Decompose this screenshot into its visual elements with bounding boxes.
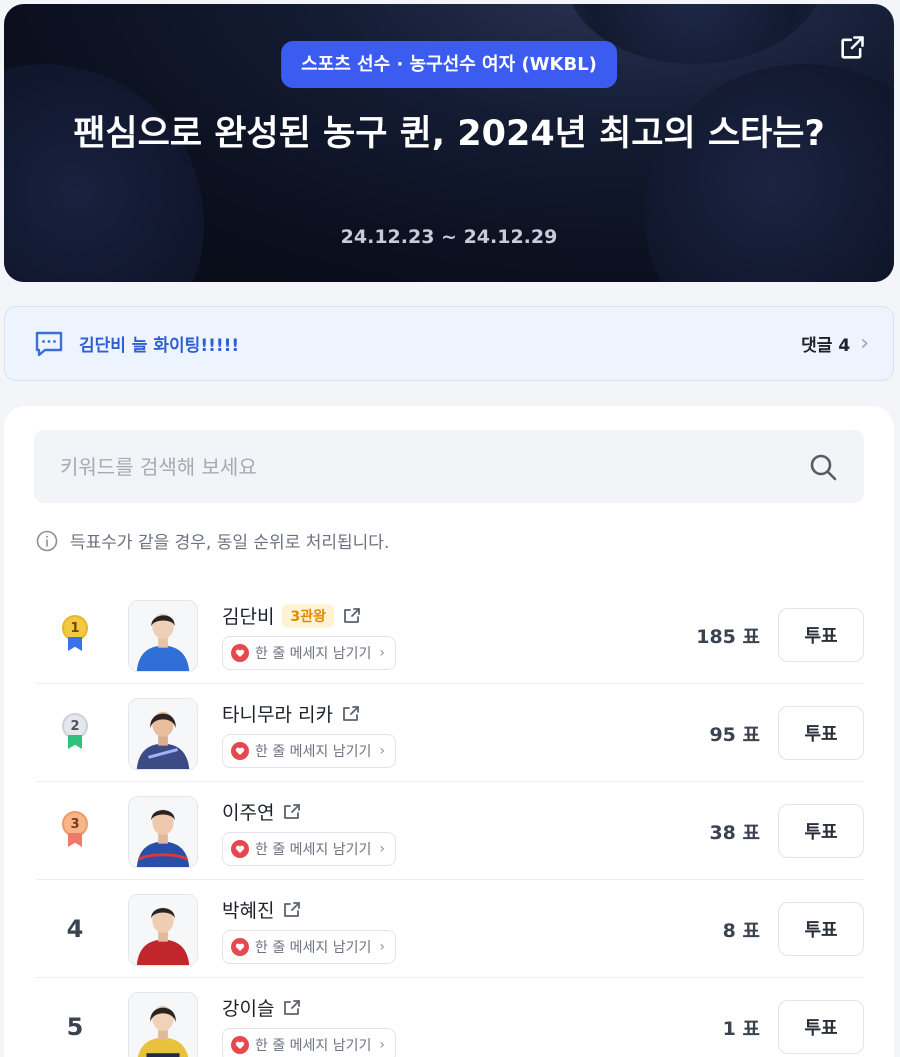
category-badge: 스포츠 선수 · 농구선수 여자 (WKBL) xyxy=(281,41,617,88)
external-link-icon[interactable] xyxy=(282,998,302,1018)
vote-title: 팬심으로 완성된 농구 퀸, 2024년 최고의 스타는? xyxy=(73,114,825,154)
search-icon[interactable] xyxy=(808,452,838,482)
chevron-right-icon: › xyxy=(379,939,385,955)
vote-count: 38 표 xyxy=(709,821,760,844)
chevron-right-icon: › xyxy=(379,1037,385,1053)
avatar xyxy=(128,992,198,1057)
rank: 1 xyxy=(50,586,100,684)
comment-bar[interactable]: 김단비 늘 화이팅!!!!! 댓글 4 › xyxy=(4,306,894,381)
chevron-right-icon: › xyxy=(379,743,385,759)
search-input[interactable] xyxy=(60,454,808,479)
rank-number: 5 xyxy=(66,1013,84,1041)
info-icon xyxy=(36,530,58,551)
share-icon[interactable] xyxy=(838,34,866,62)
leave-message-label: 한 줄 메세지 남기기 xyxy=(255,940,372,956)
candidate-name-line: 타니무라 리카 xyxy=(222,700,361,727)
leave-message-label: 한 줄 메세지 남기기 xyxy=(255,744,372,760)
external-link-icon[interactable] xyxy=(341,704,361,724)
leave-message-label: 한 줄 메세지 남기기 xyxy=(255,842,372,858)
heart-icon xyxy=(231,644,249,662)
vote-button[interactable]: 투표 xyxy=(778,1000,864,1054)
gold-medal-icon: 1 xyxy=(62,615,88,655)
candidate-list: 1 김단비 3관왕 한 줄 메세지 남기기 › 185 표 투표 2 타니무라 … xyxy=(36,586,864,1057)
tie-notice: 득표수가 같을 경우, 동일 순위로 처리됩니다. xyxy=(36,528,389,553)
leave-message-button[interactable]: 한 줄 메세지 남기기 › xyxy=(222,832,396,866)
candidate-name-line: 김단비 3관왕 xyxy=(222,602,362,629)
rank: 3 xyxy=(50,782,100,880)
leave-message-label: 한 줄 메세지 남기기 xyxy=(255,1038,372,1054)
external-link-icon[interactable] xyxy=(282,802,302,822)
banner-decoration xyxy=(644,64,894,282)
heart-icon xyxy=(231,840,249,858)
avatar xyxy=(128,894,198,966)
candidate-name-line: 박혜진 xyxy=(222,896,302,923)
banner-decoration xyxy=(4,64,204,282)
rank: 2 xyxy=(50,684,100,782)
heart-icon xyxy=(231,938,249,956)
candidate-row: 3 이주연 한 줄 메세지 남기기 › 38 표 투표 xyxy=(36,782,864,880)
candidate-row: 2 타니무라 리카 한 줄 메세지 남기기 › 95 표 투표 xyxy=(36,684,864,782)
vote-count: 95 표 xyxy=(709,723,760,746)
leave-message-button[interactable]: 한 줄 메세지 남기기 › xyxy=(222,1028,396,1057)
latest-comment: 김단비 늘 화이팅!!!!! xyxy=(79,336,240,356)
vote-count: 8 표 xyxy=(722,919,760,942)
comment-count: 댓글 4 xyxy=(801,336,851,356)
avatar xyxy=(128,698,198,770)
rank-number: 4 xyxy=(66,915,84,943)
heart-icon xyxy=(231,742,249,760)
candidate-name: 박혜진 xyxy=(222,900,275,922)
silver-medal-icon: 2 xyxy=(62,713,88,753)
candidate-name-line: 강이슬 xyxy=(222,994,302,1021)
candidate-row: 4 박혜진 한 줄 메세지 남기기 › 8 표 투표 xyxy=(36,880,864,978)
vote-count: 185 표 xyxy=(696,625,760,648)
candidate-name-line: 이주연 xyxy=(222,798,302,825)
candidate-row: 1 김단비 3관왕 한 줄 메세지 남기기 › 185 표 투표 xyxy=(36,586,864,684)
external-link-icon[interactable] xyxy=(282,900,302,920)
vote-period: 24.12.23 ~ 24.12.29 xyxy=(340,226,558,248)
vote-count: 1 표 xyxy=(722,1017,760,1040)
leave-message-label: 한 줄 메세지 남기기 xyxy=(255,646,372,662)
candidate-name: 강이슬 xyxy=(222,998,275,1020)
chevron-right-icon: › xyxy=(379,645,385,661)
chevron-right-icon: › xyxy=(860,331,869,356)
avatar xyxy=(128,600,198,672)
candidate-name: 타니무라 리카 xyxy=(222,704,333,726)
chevron-right-icon: › xyxy=(379,841,385,857)
search-box xyxy=(34,430,864,503)
award-badge: 3관왕 xyxy=(282,603,334,628)
avatar xyxy=(128,796,198,868)
leave-message-button[interactable]: 한 줄 메세지 남기기 › xyxy=(222,636,396,670)
vote-button[interactable]: 투표 xyxy=(778,608,864,662)
vote-button[interactable]: 투표 xyxy=(778,902,864,956)
page: 스포츠 선수 · 농구선수 여자 (WKBL) 팬심으로 완성된 농구 퀸, 2… xyxy=(0,0,900,1057)
leave-message-button[interactable]: 한 줄 메세지 남기기 › xyxy=(222,930,396,964)
candidate-card: 득표수가 같을 경우, 동일 순위로 처리됩니다. 1 xyxy=(4,406,894,1057)
external-link-icon[interactable] xyxy=(342,606,362,626)
candidate-name: 김단비 xyxy=(222,606,275,628)
leave-message-button[interactable]: 한 줄 메세지 남기기 › xyxy=(222,734,396,768)
vote-banner: 스포츠 선수 · 농구선수 여자 (WKBL) 팬심으로 완성된 농구 퀸, 2… xyxy=(4,4,894,282)
vote-button[interactable]: 투표 xyxy=(778,706,864,760)
bronze-medal-icon: 3 xyxy=(62,811,88,851)
heart-icon xyxy=(231,1036,249,1054)
candidate-name: 이주연 xyxy=(222,802,275,824)
notice-text: 득표수가 같을 경우, 동일 순위로 처리됩니다. xyxy=(70,533,390,553)
chat-icon xyxy=(35,331,63,356)
candidate-row: 5 강이슬 한 줄 메세지 남기기 › 1 표 투표 xyxy=(36,978,864,1057)
vote-button[interactable]: 투표 xyxy=(778,804,864,858)
